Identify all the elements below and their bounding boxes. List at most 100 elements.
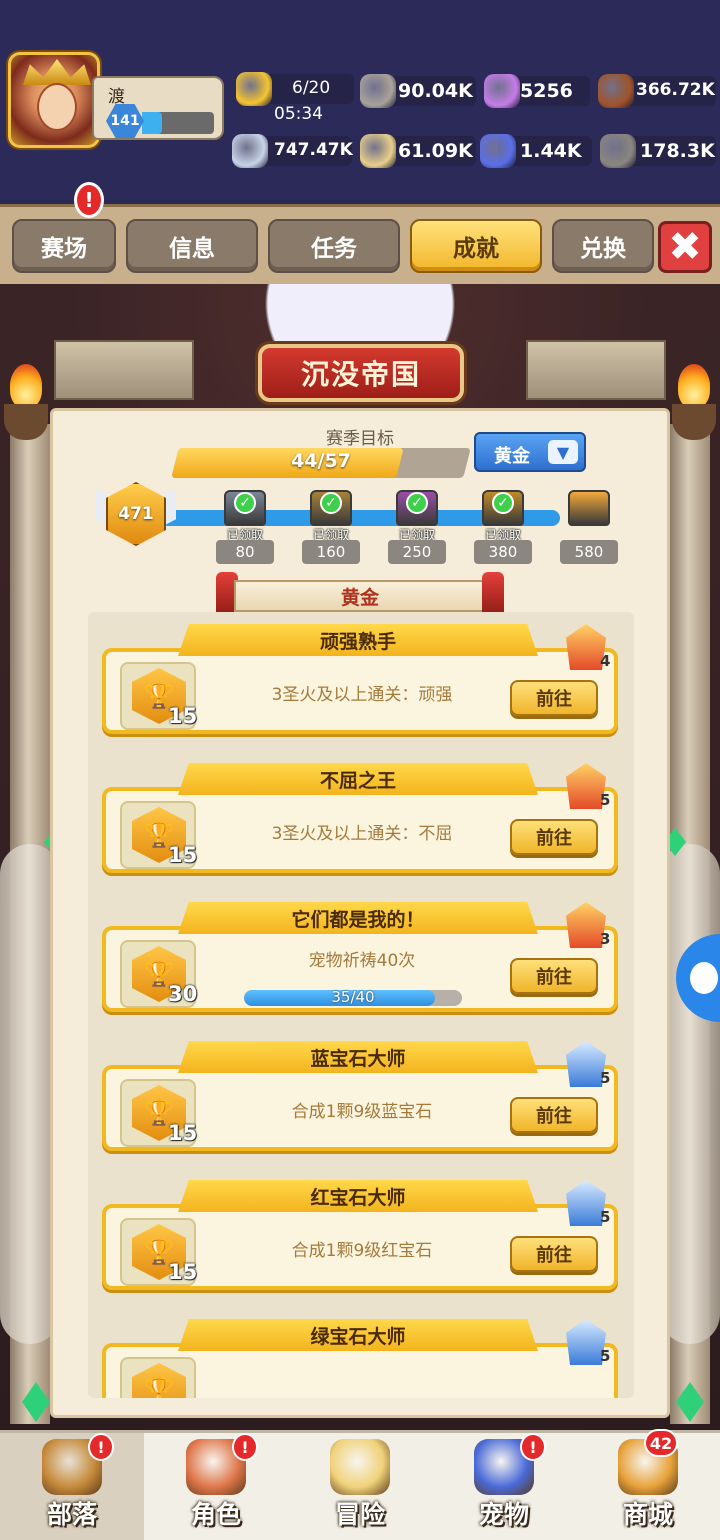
nav-shop-bag[interactable]: 商城 42 [576, 1429, 720, 1540]
wood-value: 366.72K [636, 80, 715, 100]
achievement-title: 不屈之王 [178, 763, 538, 795]
tab-exchange[interactable]: 兑换 [552, 219, 654, 273]
adventure-map-icon [330, 1439, 390, 1495]
alert-badge: ! [88, 1433, 114, 1461]
resource-egg[interactable]: 61.09K [360, 134, 476, 168]
resource-stone[interactable]: 90.04K [360, 74, 476, 108]
tab-achievements[interactable]: 成就 [410, 219, 542, 273]
achievement-points: 15 [168, 1260, 198, 1284]
achievement-title: 它们都是我的！ [178, 902, 538, 934]
achievement-card: 绿宝石大师 5 🏆 [102, 1319, 618, 1398]
achievement-progress-text: 35/40 [331, 988, 375, 1006]
check-icon: ✓ [406, 492, 428, 514]
nav-label: 商城 [622, 1500, 673, 1529]
achievement-score: 471 [106, 482, 166, 546]
iron-value: 178.3K [640, 140, 715, 162]
castle-wall-left [54, 340, 194, 400]
close-icon: ✖ [668, 224, 702, 270]
season-goal-label: 赛季目标 [326, 429, 394, 449]
resource-iron[interactable]: 178.3K [600, 134, 716, 168]
crystal-value: 1.44K [520, 140, 582, 162]
achievement-rank: 3 [600, 930, 611, 948]
milestone-points: 160 [302, 540, 360, 564]
go-button[interactable]: 前往 [510, 1097, 598, 1133]
achievement-description: 合成1颗9级蓝宝石 [291, 1102, 433, 1122]
achievement-description: 3圣火及以上通关：不屈 [271, 824, 453, 844]
milestone-points: 80 [216, 540, 274, 564]
section-title: 黄金 [234, 580, 486, 612]
check-icon: ✓ [492, 492, 514, 514]
wood-logs-icon [598, 74, 634, 108]
go-button[interactable]: 前往 [510, 958, 598, 994]
trophy-badge: 🏆 [120, 1357, 196, 1398]
nav-hero-character[interactable]: 角色! [144, 1433, 288, 1540]
go-button[interactable]: 前往 [510, 1236, 598, 1272]
castle-wall-right [526, 340, 666, 400]
egg-value: 61.09K [398, 140, 473, 162]
resource-pearl[interactable]: 5256 [484, 74, 590, 108]
go-button[interactable]: 前往 [510, 819, 598, 855]
achievement-rank: 5 [600, 1069, 611, 1087]
milestone-chest-80[interactable]: ✓ 已领取 80 [214, 484, 276, 566]
achievement-card: 不屈之王 5 🏆 15 3圣火及以上通关：不屈 前往 [102, 763, 618, 873]
resource-stamina[interactable]: 6/20 05:34 [236, 72, 354, 124]
tab-info[interactable]: 信息 [126, 219, 258, 273]
milestone-points: 250 [388, 540, 446, 564]
achievement-card: 蓝宝石大师 5 🏆 15 合成1颗9级蓝宝石 前往 [102, 1041, 618, 1151]
go-button[interactable]: 前往 [510, 680, 598, 716]
player-avatar[interactable] [8, 52, 100, 148]
nav-label: 冒险 [334, 1500, 385, 1529]
achievement-rank: 5 [600, 791, 611, 809]
achievement-description: 合成1颗9级红宝石 [291, 1241, 433, 1261]
milestone-chest-160[interactable]: ✓ 已领取 160 [300, 484, 362, 566]
achievement-description: 3圣火及以上通关：顽强 [271, 685, 453, 705]
xp-bar-fill [142, 112, 163, 134]
meat-stamina-icon [236, 72, 272, 106]
achievement-score-badge: 471 [96, 480, 176, 552]
chevron-down-icon: ▼ [548, 440, 578, 464]
achievement-list[interactable]: 顽强熟手 4 🏆 15 3圣火及以上通关：顽强 前往 不屈之王 5 🏆 15 3圣火及以上通关：不屈… [88, 612, 634, 1398]
resource-wood[interactable]: 366.72K [598, 74, 716, 108]
alert-badge: ! [520, 1433, 546, 1461]
tab-alert-badge: ! [74, 182, 104, 218]
player-level-badge: 141 [106, 104, 144, 138]
pearl-value: 5256 [520, 80, 573, 102]
milestone-chest-250[interactable]: ✓ 已领取 250 [386, 484, 448, 566]
nav-pet-wolf[interactable]: 宠物! [432, 1433, 576, 1540]
achievement-points: 15 [168, 704, 198, 728]
bone-value: 747.47K [274, 140, 353, 160]
tab-bar: 赛场 信息 任务 成就 兑换 ✖ [0, 204, 720, 284]
tab-arena[interactable]: 赛场 [12, 219, 116, 273]
event-title: 沉没帝国 [258, 344, 464, 402]
iron-ore-icon [600, 134, 636, 168]
alert-badge: ! [232, 1433, 258, 1461]
treasure-chest-icon [568, 490, 610, 526]
milestone-chest-580[interactable]: 580 [558, 484, 620, 566]
close-button[interactable]: ✖ [658, 221, 712, 273]
tier-dropdown[interactable]: 黄金 ▼ [474, 432, 586, 472]
stone-value: 90.04K [398, 80, 473, 102]
achievement-title: 蓝宝石大师 [178, 1041, 538, 1073]
tab-tasks[interactable]: 任务 [268, 219, 400, 273]
check-icon: ✓ [320, 492, 342, 514]
resource-crystal[interactable]: 1.44K [480, 134, 592, 168]
achievement-description: 宠物祈祷40次 [308, 951, 416, 971]
nav-tribe-chief[interactable]: 部落! [0, 1433, 144, 1540]
achievement-card: 红宝石大师 5 🏆 15 合成1颗9级红宝石 前往 [102, 1180, 618, 1290]
trophy-icon: 🏆 [132, 1363, 186, 1398]
milestone-chest-380[interactable]: ✓ 已领取 380 [472, 484, 534, 566]
resource-bone[interactable]: 747.47K [232, 134, 353, 168]
player-info-panel[interactable]: 渡 141 [92, 76, 224, 140]
achievement-scene: 沉没帝国 赛季目标 44/57 黄金 ▼ 471 ✓ 已领取 80 ✓ 已领取 160 ✓ 已… [0, 284, 720, 1430]
milestone-points: 580 [560, 540, 618, 564]
nav-adventure-map[interactable]: 冒险 [288, 1433, 432, 1540]
tier-dropdown-value: 黄金 [494, 446, 530, 467]
nav-label: 角色 [190, 1500, 241, 1529]
bottom-nav: 部落! 角色! 冒险 宠物! 商城 42 [0, 1429, 720, 1540]
stamina-value: 6/20 [292, 78, 331, 98]
milestone-points: 380 [474, 540, 532, 564]
achievement-rank: 5 [600, 1347, 611, 1365]
top-hud: 渡 141 6/20 05:34 90.04K 5256 366.72K 747… [0, 0, 720, 200]
nav-label: 宠物 [478, 1500, 529, 1529]
crown-icon [23, 59, 91, 85]
